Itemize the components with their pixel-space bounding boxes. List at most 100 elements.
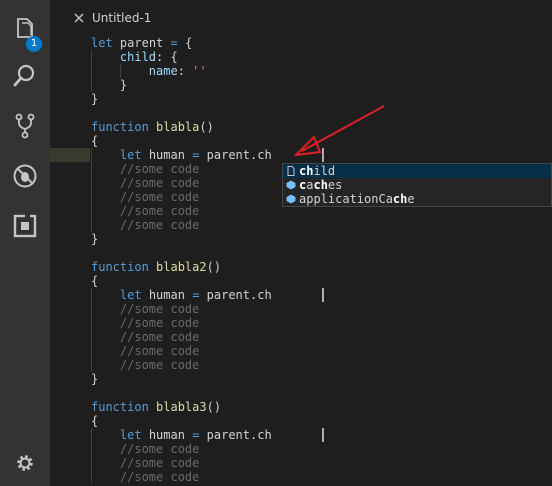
keyword: let xyxy=(119,428,142,442)
punctuation: : xyxy=(177,64,185,78)
code-area[interactable]: let parent = { child: { name: '' } } fun… xyxy=(91,36,551,486)
code-line: //some code xyxy=(91,470,551,484)
code-line: //some code xyxy=(91,456,551,470)
comment: //some code xyxy=(119,316,200,330)
code-line: function blabla2() xyxy=(91,260,551,274)
keyword: let xyxy=(119,148,142,162)
function-name: blabla xyxy=(156,120,200,134)
punctuation: } xyxy=(91,92,99,106)
comment: //some code xyxy=(119,442,200,456)
editor[interactable]: Untitled-1 let parent = { child: { name:… xyxy=(50,0,552,486)
expression: parent.ch xyxy=(206,288,272,302)
text-cursor xyxy=(322,428,324,442)
activity-explorer[interactable]: 1 xyxy=(0,8,50,52)
code-line: } xyxy=(91,92,551,106)
code-line: child: { xyxy=(91,50,551,64)
activity-search[interactable] xyxy=(0,56,50,96)
code-line: function blabla3() xyxy=(91,400,551,414)
activity-extensions[interactable] xyxy=(0,206,50,246)
code-line: } xyxy=(91,232,551,246)
activity-source-control[interactable] xyxy=(0,106,50,146)
code-line: name: '' xyxy=(91,64,551,78)
string: '' xyxy=(192,64,207,78)
activity-debug[interactable] xyxy=(0,156,50,196)
code-line: } xyxy=(91,372,551,386)
comment: //some code xyxy=(119,344,200,358)
explorer-badge: 1 xyxy=(26,36,42,52)
operator: = xyxy=(170,36,178,50)
code-line: { xyxy=(91,414,551,428)
identifier: parent xyxy=(119,36,164,50)
git-branch-icon xyxy=(15,113,35,139)
code-line: let human = parent.ch xyxy=(91,148,551,162)
activity-bar: 1 xyxy=(0,0,50,486)
punctuation: } xyxy=(91,372,99,386)
comment: //some code xyxy=(119,204,200,218)
punctuation: } xyxy=(91,232,99,246)
comment: //some code xyxy=(119,302,200,316)
punctuation: : xyxy=(156,50,164,64)
code-line: //some code xyxy=(91,218,551,232)
close-icon[interactable] xyxy=(72,11,86,25)
punctuation: { xyxy=(184,36,193,50)
code-line: //some code xyxy=(91,344,551,358)
punctuation: () xyxy=(206,260,222,274)
bug-icon xyxy=(13,164,37,188)
punctuation: { xyxy=(170,50,178,64)
suggest-item-caches[interactable]: caches xyxy=(283,178,551,192)
comment: //some code xyxy=(119,218,200,232)
comment: //some code xyxy=(119,162,200,176)
suggest-label: child xyxy=(299,164,336,178)
suggest-item-child[interactable]: child xyxy=(283,164,551,178)
code-line: } xyxy=(91,78,551,92)
keyword: function xyxy=(91,260,149,274)
comment: //some code xyxy=(119,176,200,190)
identifier: human xyxy=(148,428,185,442)
suggest-item-applicationcache[interactable]: applicationCache xyxy=(283,192,551,206)
punctuation: () xyxy=(199,120,214,134)
function-name: blabla2 xyxy=(156,260,207,274)
text-cursor xyxy=(322,148,324,162)
punctuation: { xyxy=(91,414,99,428)
current-line-highlight xyxy=(50,148,90,162)
operator: = xyxy=(192,288,200,302)
comment: //some code xyxy=(119,456,200,470)
editor-tab[interactable]: Untitled-1 xyxy=(50,8,552,30)
extensions-icon xyxy=(13,214,37,238)
suggest-label: caches xyxy=(299,178,343,192)
code-line: function blabla() xyxy=(91,120,551,134)
property: child xyxy=(119,50,157,64)
comment: //some code xyxy=(119,358,200,372)
keyword: let xyxy=(119,288,142,302)
keyword: let xyxy=(91,36,113,50)
tab-title: Untitled-1 xyxy=(92,11,152,25)
punctuation: { xyxy=(91,134,99,148)
gear-icon xyxy=(17,455,33,471)
suggest-widget[interactable]: child caches applicationCache xyxy=(282,163,552,207)
code-line: { xyxy=(91,274,551,288)
property: name xyxy=(148,64,178,78)
punctuation: { xyxy=(91,274,99,288)
function-name: blabla3 xyxy=(156,400,207,414)
code-line: let parent = { xyxy=(91,36,551,50)
code-line: //some code xyxy=(91,442,551,456)
operator: = xyxy=(192,148,200,162)
field-icon xyxy=(286,180,296,190)
identifier: human xyxy=(148,148,185,162)
code-line: //some code xyxy=(91,358,551,372)
search-icon xyxy=(13,64,35,87)
punctuation: () xyxy=(206,400,222,414)
field-icon xyxy=(286,194,296,204)
code-line: let human = parent.ch xyxy=(91,428,551,442)
code-line: { xyxy=(91,134,551,148)
comment: //some code xyxy=(119,190,200,204)
code-line: let human = parent.ch xyxy=(91,288,551,302)
keyword: function xyxy=(91,120,149,134)
suggest-label: applicationCache xyxy=(299,192,415,206)
comment: //some code xyxy=(119,330,200,344)
text-cursor xyxy=(322,288,324,302)
file-icon xyxy=(287,166,295,176)
activity-settings[interactable] xyxy=(0,443,50,483)
punctuation: } xyxy=(119,78,128,92)
operator: = xyxy=(192,428,200,442)
